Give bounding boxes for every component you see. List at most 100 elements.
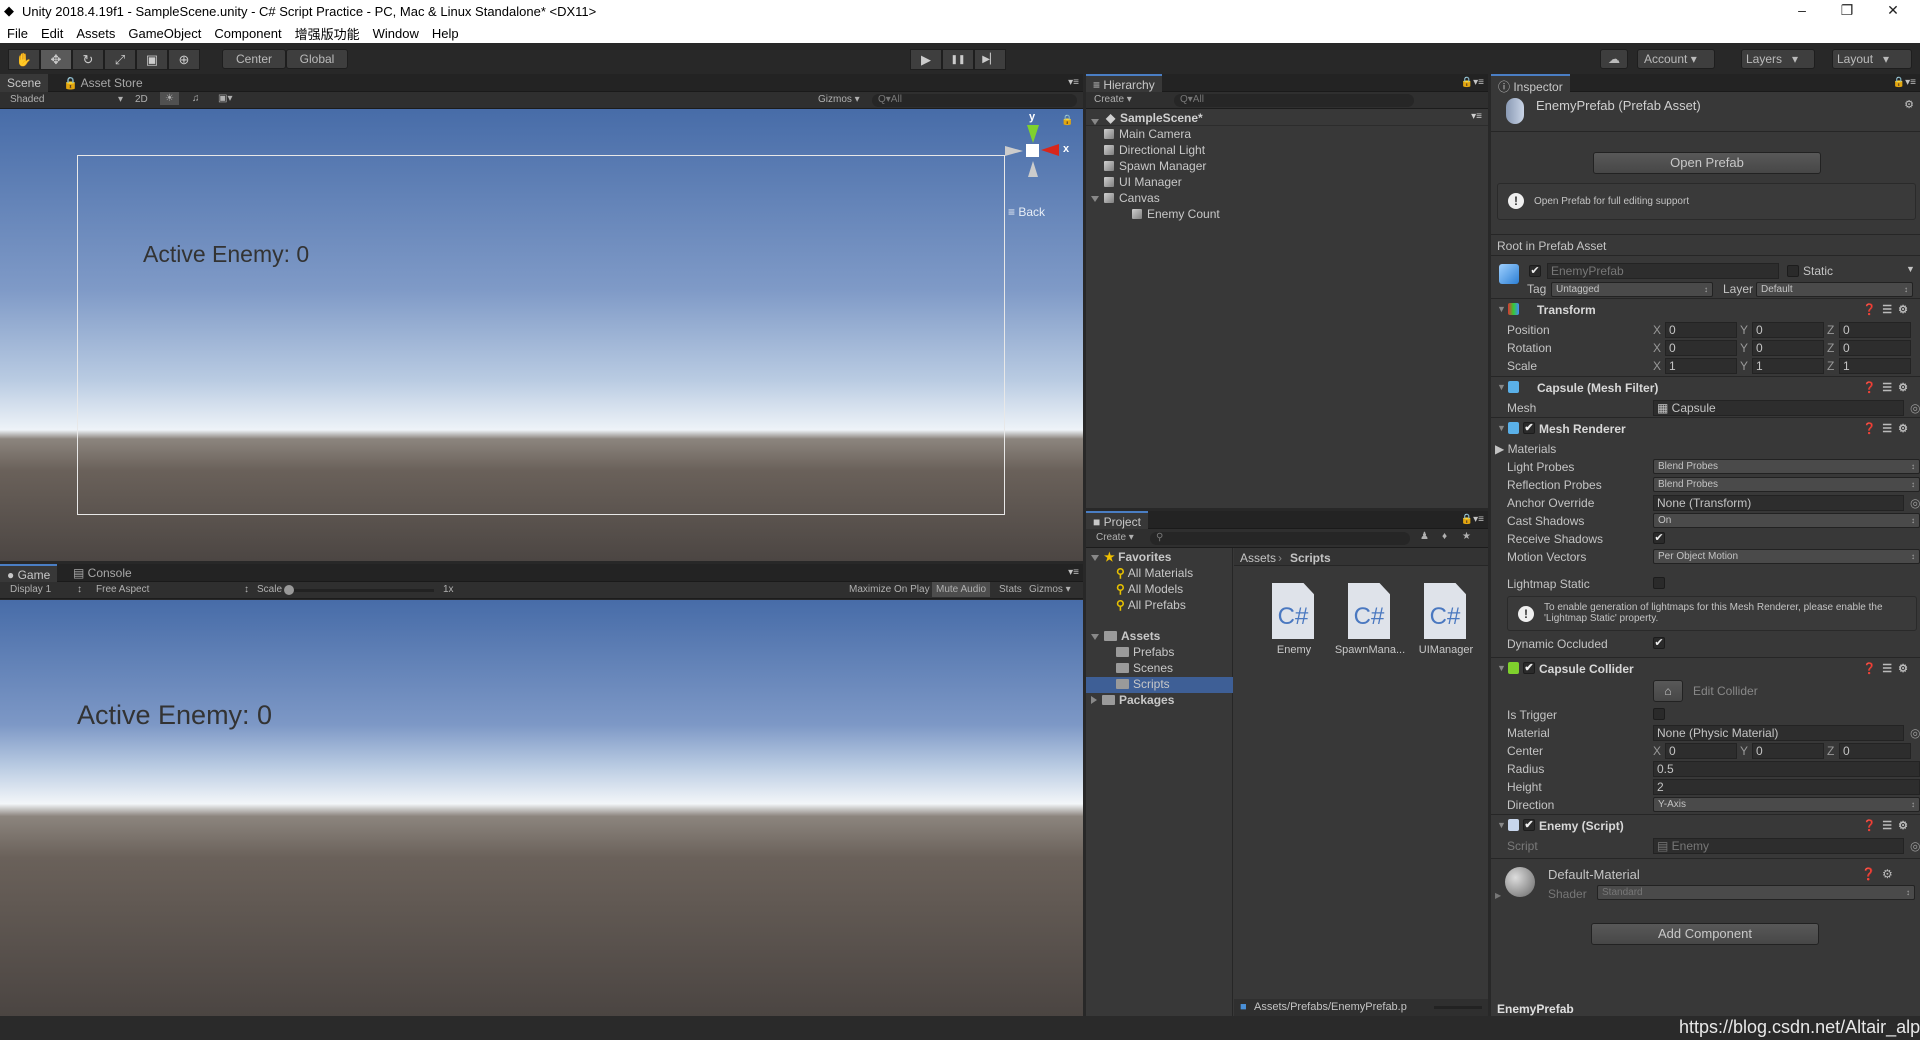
file-name[interactable]: SpawnMana... [1330,644,1410,656]
vector-x-field[interactable]: 0 [1665,743,1737,759]
vector-z-field[interactable]: 0 [1839,340,1911,356]
transform-tool-icon[interactable]: ⊕ [168,49,200,70]
menu-window[interactable]: Window [373,26,419,41]
game-view[interactable]: Active Enemy: 0 [0,600,1083,1016]
stats-toggle[interactable]: Stats [999,584,1022,595]
vector-x-field[interactable]: 1 [1665,358,1737,374]
menu-file[interactable]: File [7,26,28,41]
mesh-renderer-header[interactable]: ▼ ✔ Mesh Renderer ❓☰⚙ [1491,417,1920,439]
component-help-preset-gear-icons[interactable]: ❓☰⚙ [1863,662,1914,675]
restore-button[interactable]: ❐ [1832,2,1862,19]
gizmos-dropdown[interactable]: Gizmos ▾ [818,94,860,105]
foldout-arrow-icon[interactable]: ▼ [1497,382,1506,392]
csharp-script-icon[interactable]: C# [1272,583,1314,639]
breadcrumb-scripts[interactable]: Scripts [1290,551,1331,565]
dropdown[interactable]: Blend Probes [1653,477,1920,492]
object-picker-icon[interactable]: ◎ [1910,726,1920,740]
vector-x-field[interactable]: 0 [1665,322,1737,338]
height-field[interactable]: 2 [1653,779,1920,795]
layer-dropdown[interactable]: Default [1756,282,1913,297]
mute-audio-toggle[interactable]: Mute Audio [932,582,991,597]
scene-orientation-gizmo[interactable]: y x ≡ Back 🔒 [1003,109,1073,219]
hand-tool-icon[interactable]: ✋ [8,49,40,70]
dropdown[interactable]: On [1653,513,1920,528]
tab-game[interactable]: ● Game [0,564,58,582]
gameobject-active-checkbox[interactable]: ✔ [1529,265,1541,277]
rotate-tool-icon[interactable]: ↻ [72,49,104,70]
tree-scripts[interactable]: Scripts [1086,677,1233,693]
scene-search-input[interactable]: Q▾All [872,94,1077,107]
2d-toggle[interactable]: 2D [135,94,148,105]
space-global-button[interactable]: Global [286,49,348,69]
enemy-script-header[interactable]: ▼ ✔ Enemy (Script) ❓☰⚙ [1491,814,1920,836]
close-button[interactable]: ✕ [1878,2,1908,19]
hierarchy-item[interactable]: Directional Light [1104,143,1205,159]
hierarchy-item[interactable]: Spawn Manager [1104,159,1206,175]
tree-packages[interactable]: Packages [1091,693,1174,709]
lightmap-static-checkbox[interactable] [1653,577,1665,589]
tab-project[interactable]: ■ Project [1086,511,1148,529]
maximize-on-play-toggle[interactable]: Maximize On Play [849,584,930,595]
menu-gameobject[interactable]: GameObject [128,26,201,41]
add-component-button[interactable]: Add Component [1591,923,1819,945]
dynamic-occluded-checkbox[interactable]: ✔ [1653,637,1665,649]
gizmo-x-axis-icon[interactable] [1041,144,1059,156]
scale-tool-icon[interactable]: ⤢ [104,49,136,70]
component-help-preset-gear-icons[interactable]: ❓☰⚙ [1863,303,1914,316]
radius-field[interactable]: 0.5 [1653,761,1920,777]
project-create-button[interactable]: Create ▾ [1096,532,1134,543]
dropdown[interactable]: Y-Axis [1653,797,1920,812]
gameobject-name-field[interactable]: EnemyPrefab [1547,263,1779,279]
capsule-collider-header[interactable]: ▼ ✔ Capsule Collider ❓☰⚙ [1491,657,1920,679]
game-gizmos-dropdown[interactable]: Gizmos ▾ [1029,584,1071,595]
shading-dropdown[interactable]: Shaded [10,94,44,105]
edit-collider-button[interactable]: ⌂ [1653,680,1683,702]
vector-y-field[interactable]: 0 [1752,340,1824,356]
transform-header[interactable]: ▼ Transform ❓☰⚙ [1491,298,1920,320]
expand-arrow-icon[interactable] [1091,114,1104,128]
step-button[interactable]: ▶▏ [974,49,1006,70]
tab-asset-store[interactable]: 🔒 Asset Store [56,74,150,92]
material-foldout-icon[interactable]: ▶ [1495,891,1501,900]
tag-dropdown[interactable]: Untagged [1551,282,1713,297]
account-dropdown[interactable]: Account ▾ [1637,49,1715,69]
object-picker-icon[interactable]: ◎ [1910,839,1920,853]
move-tool-icon[interactable]: ✥ [40,49,72,70]
dropdown[interactable]: Per Object Motion [1653,549,1920,564]
object-field[interactable]: None (Physic Material) [1653,725,1904,741]
panel-menu-icon[interactable]: ▾≡ [1068,77,1079,88]
file-name[interactable]: UIManager [1406,644,1486,656]
rect-tool-icon[interactable]: ▣ [136,49,168,70]
hierarchy-scene-row[interactable]: ◆ SampleScene* ▾≡ [1086,110,1488,126]
tree-assets[interactable]: Assets [1091,629,1160,645]
component-help-preset-gear-icons[interactable]: ❓☰⚙ [1863,819,1914,832]
vector-y-field[interactable]: 1 [1752,358,1824,374]
component-enabled-checkbox[interactable]: ✔ [1523,662,1535,674]
vector-x-field[interactable]: 0 [1665,340,1737,356]
effects-toggle-icon[interactable]: ▣▾ [218,93,232,104]
component-enabled-checkbox[interactable]: ✔ [1523,819,1535,831]
lock-menu-icon[interactable]: 🔒▾≡ [1461,514,1484,525]
pause-button[interactable]: ❚❚ [942,49,974,70]
lock-menu-icon[interactable]: 🔒▾≡ [1893,77,1916,88]
vector-y-field[interactable]: 0 [1752,322,1824,338]
csharp-script-icon[interactable]: C# [1424,583,1466,639]
menu-edit[interactable]: Edit [41,26,63,41]
hierarchy-create-button[interactable]: Create ▾ [1094,94,1132,105]
favorites-star-icon[interactable]: ★ [1462,531,1471,542]
object-picker-icon[interactable]: ◎ [1910,401,1920,415]
lighting-toggle-icon[interactable]: ☀ [160,92,179,105]
foldout-arrow-icon[interactable]: ▼ [1497,423,1506,433]
tree-scenes[interactable]: Scenes [1116,661,1173,677]
tree-prefabs[interactable]: Prefabs [1116,645,1174,661]
audio-toggle-icon[interactable]: ♫ [192,93,200,104]
object-field[interactable]: ▦ Capsule [1653,400,1904,416]
tree-favorites[interactable]: ★ Favorites [1091,550,1171,566]
object-field[interactable]: ▤ Enemy [1653,838,1904,854]
static-checkbox[interactable] [1787,265,1799,277]
scale-slider[interactable] [284,585,434,595]
hierarchy-item[interactable]: Enemy Count [1132,207,1220,223]
hierarchy-item[interactable]: UI Manager [1104,175,1182,191]
search-by-label-icon[interactable]: ♦ [1442,531,1447,542]
tab-console[interactable]: ▤ Console [66,564,139,582]
